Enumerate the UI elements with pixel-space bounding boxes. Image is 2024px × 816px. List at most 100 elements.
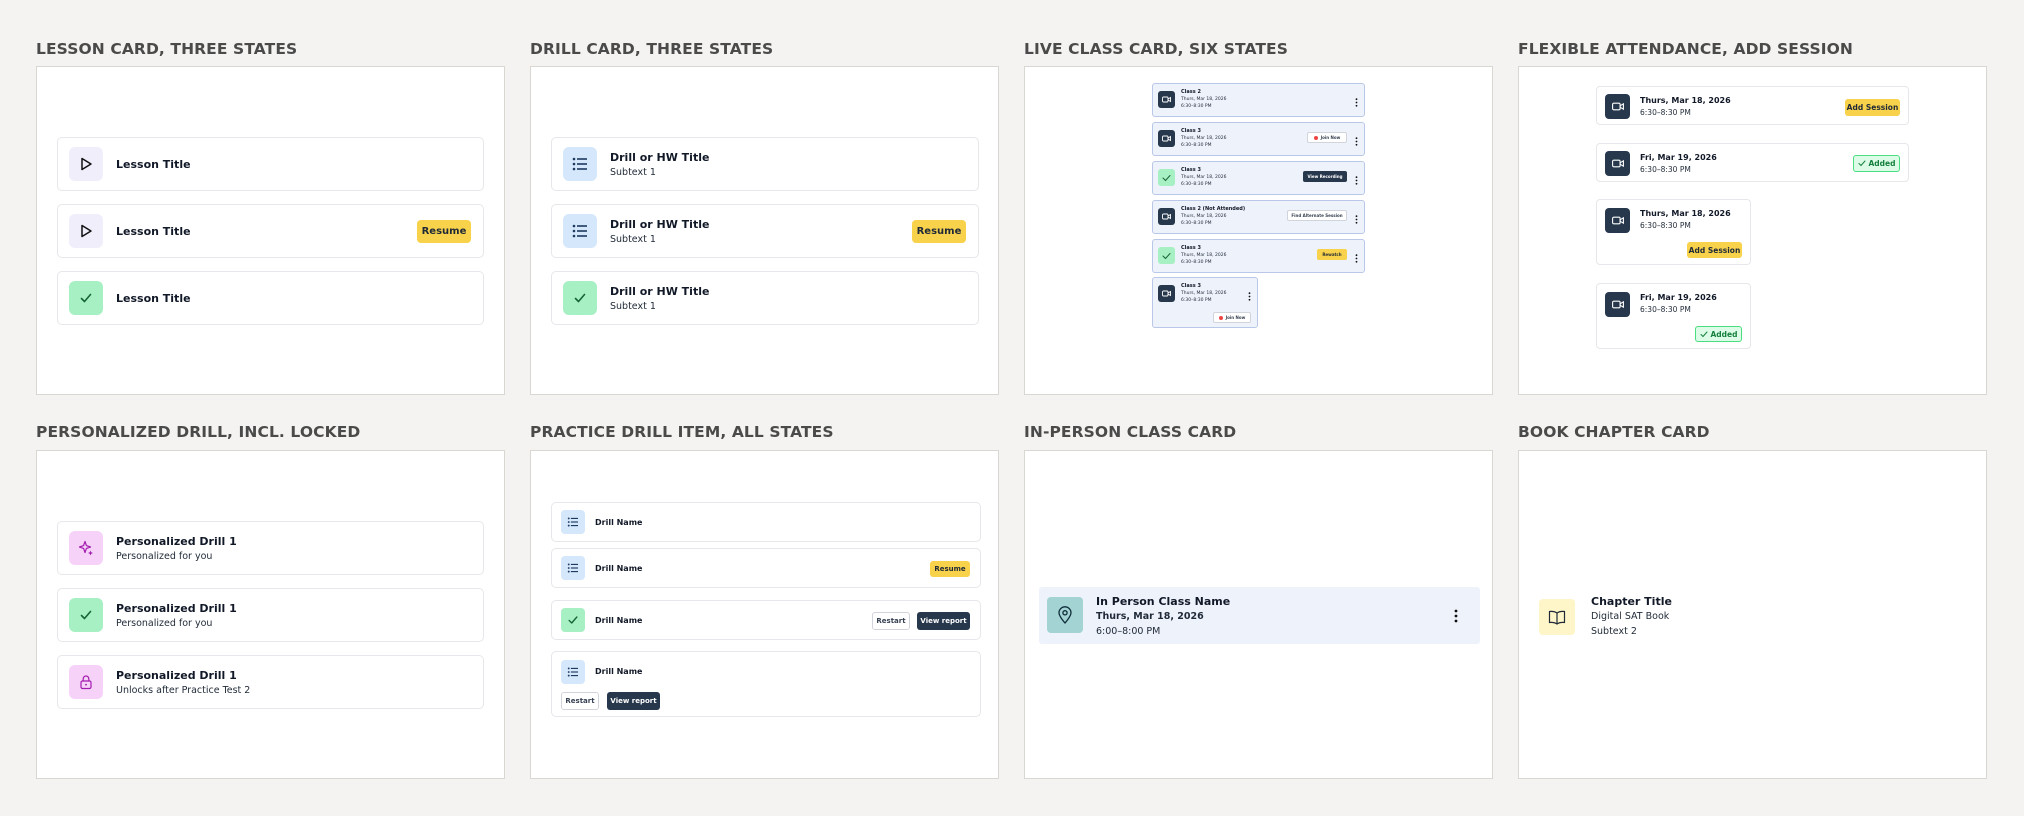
live-class-card-rewatch[interactable]: Class 3 Thurs, Mar 18, 2026 6:30–8:30 PM… bbox=[1152, 239, 1365, 273]
join-now-button[interactable]: Join Now bbox=[1213, 312, 1251, 323]
rewatch-button[interactable]: Rewatch bbox=[1317, 249, 1347, 260]
session-date: Fri, Mar 19, 2026 bbox=[1640, 153, 1717, 162]
drill-title: Drill or HW Title bbox=[610, 150, 710, 164]
chapter-title: Chapter Title bbox=[1591, 595, 1672, 608]
location-pin-icon bbox=[1047, 597, 1083, 633]
add-session-button[interactable]: Add Session bbox=[1845, 99, 1900, 116]
session-time: 6:30–8:30 PM bbox=[1640, 305, 1691, 314]
more-vertical-icon[interactable] bbox=[1355, 209, 1358, 228]
find-alternate-session-button[interactable]: Find Alternate Session bbox=[1287, 210, 1347, 221]
more-vertical-icon[interactable] bbox=[1355, 131, 1358, 150]
book-chapter-card[interactable]: Chapter Title Digital SAT Book Subtext 2 bbox=[1539, 587, 1959, 644]
flex-panel: Thurs, Mar 18, 2026 6:30–8:30 PM Add Ses… bbox=[1518, 66, 1987, 395]
personalized-subtitle: Personalized for you bbox=[116, 550, 213, 562]
view-recording-button[interactable]: View Recording bbox=[1303, 171, 1347, 182]
more-vertical-icon[interactable] bbox=[1355, 92, 1358, 111]
drill-card-default[interactable]: Drill or HW Title Subtext 1 bbox=[551, 137, 979, 191]
check-icon bbox=[563, 281, 597, 315]
practice-drill-item-default[interactable]: Drill Name bbox=[551, 502, 981, 542]
session-card-compact-added[interactable]: Fri, Mar 19, 2026 6:30–8:30 PM Added bbox=[1596, 283, 1751, 349]
restart-button[interactable]: Restart bbox=[872, 612, 910, 630]
class-time: 6:30–8:30 PM bbox=[1181, 104, 1212, 109]
chapter-subtext: Subtext 2 bbox=[1591, 626, 1637, 637]
live-class-card-compact[interactable]: Class 3 Thurs, Mar 18, 2026 6:30–8:30 PM… bbox=[1152, 277, 1258, 328]
drill-name: Drill Name bbox=[595, 517, 643, 527]
practice-drill-item-in-progress[interactable]: Drill Name Resume bbox=[551, 548, 981, 588]
added-button[interactable]: Added bbox=[1695, 326, 1742, 342]
resume-button[interactable]: Resume bbox=[930, 561, 970, 577]
video-icon bbox=[1158, 208, 1175, 225]
drill-title: Drill or HW Title bbox=[610, 284, 710, 298]
play-icon bbox=[69, 214, 103, 248]
session-date: Fri, Mar 19, 2026 bbox=[1640, 293, 1717, 302]
class-title: Class 2 bbox=[1181, 89, 1201, 95]
class-name: In Person Class Name bbox=[1096, 595, 1231, 608]
list-icon bbox=[563, 214, 597, 248]
drill-subtitle: Subtext 1 bbox=[610, 233, 656, 245]
class-time: 6:30–8:30 PM bbox=[1181, 182, 1212, 187]
more-vertical-icon[interactable] bbox=[1355, 248, 1358, 267]
session-card-add[interactable]: Thurs, Mar 18, 2026 6:30–8:30 PM Add Ses… bbox=[1596, 86, 1909, 125]
add-session-button[interactable]: Add Session bbox=[1687, 242, 1742, 258]
more-vertical-icon[interactable] bbox=[1248, 286, 1251, 305]
live-class-card-not-attended[interactable]: Class 2 (Not Attended) Thurs, Mar 18, 20… bbox=[1152, 200, 1365, 234]
drill-title: Drill or HW Title bbox=[610, 217, 710, 231]
section-title-practice: PRACTICE DRILL ITEM, ALL STATES bbox=[530, 423, 834, 441]
live-class-card-live[interactable]: Class 3 Thurs, Mar 18, 2026 6:30–8:30 PM… bbox=[1152, 122, 1365, 156]
personalized-drill-card-locked[interactable]: Personalized Drill 1 Unlocks after Pract… bbox=[57, 655, 484, 709]
class-date: Thurs, Mar 18, 2026 bbox=[1181, 214, 1227, 219]
in-person-class-card[interactable]: In Person Class Name Thurs, Mar 18, 2026… bbox=[1039, 587, 1480, 644]
list-icon bbox=[561, 510, 585, 534]
check-icon bbox=[1158, 169, 1175, 186]
practice-panel: Drill Name Drill Name Resume Drill Name … bbox=[530, 450, 999, 779]
join-now-button[interactable]: Join Now bbox=[1307, 132, 1347, 143]
session-date: Thurs, Mar 18, 2026 bbox=[1640, 96, 1731, 105]
lock-icon bbox=[69, 665, 103, 699]
live-dot-icon bbox=[1218, 315, 1223, 320]
lesson-card-default[interactable]: Lesson Title bbox=[57, 137, 484, 191]
resume-button[interactable]: Resume bbox=[417, 220, 471, 243]
drill-name: Drill Name bbox=[595, 615, 643, 625]
section-title-inperson: IN-PERSON CLASS CARD bbox=[1024, 423, 1237, 441]
video-icon bbox=[1605, 292, 1630, 317]
more-vertical-icon[interactable] bbox=[1454, 608, 1458, 627]
added-button[interactable]: Added bbox=[1853, 155, 1900, 172]
class-date: Thurs, Mar 18, 2026 bbox=[1096, 611, 1204, 622]
drill-card-in-progress[interactable]: Drill or HW Title Subtext 1 Resume bbox=[551, 204, 979, 258]
personalized-subtitle: Unlocks after Practice Test 2 bbox=[116, 684, 251, 696]
lesson-title: Lesson Title bbox=[116, 291, 191, 305]
live-class-card-upcoming[interactable]: Class 2 Thurs, Mar 18, 2026 6:30–8:30 PM bbox=[1152, 83, 1365, 117]
lesson-card-completed[interactable]: Lesson Title bbox=[57, 271, 484, 325]
class-date: Thurs, Mar 18, 2026 bbox=[1181, 175, 1227, 180]
list-icon bbox=[561, 556, 585, 580]
class-time: 6:00–8:00 PM bbox=[1096, 626, 1161, 637]
drill-card-completed[interactable]: Drill or HW Title Subtext 1 bbox=[551, 271, 979, 325]
view-report-button[interactable]: View report bbox=[607, 692, 660, 710]
video-icon bbox=[1158, 130, 1175, 147]
session-card-compact-add[interactable]: Thurs, Mar 18, 2026 6:30–8:30 PM Add Ses… bbox=[1596, 199, 1751, 265]
more-vertical-icon[interactable] bbox=[1355, 170, 1358, 189]
session-card-added[interactable]: Fri, Mar 19, 2026 6:30–8:30 PM Added bbox=[1596, 143, 1909, 182]
check-icon bbox=[1858, 160, 1865, 167]
restart-button[interactable]: Restart bbox=[561, 692, 599, 710]
class-date: Thurs, Mar 18, 2026 bbox=[1181, 97, 1227, 102]
practice-drill-item-completed[interactable]: Drill Name Restart View report bbox=[551, 600, 981, 640]
section-title-lesson: LESSON CARD, THREE STATES bbox=[36, 40, 298, 58]
practice-drill-item-stacked[interactable]: Drill Name Restart View report bbox=[551, 651, 981, 717]
class-title: Class 2 (Not Attended) bbox=[1181, 206, 1246, 212]
section-title-book: BOOK CHAPTER CARD bbox=[1518, 423, 1710, 441]
personalized-title: Personalized Drill 1 bbox=[116, 534, 237, 548]
view-report-button[interactable]: View report bbox=[917, 612, 970, 630]
drill-name: Drill Name bbox=[595, 667, 643, 676]
resume-button[interactable]: Resume bbox=[912, 220, 966, 243]
inperson-panel: In Person Class Name Thurs, Mar 18, 2026… bbox=[1024, 450, 1493, 779]
check-icon bbox=[561, 608, 585, 632]
personalized-drill-card[interactable]: Personalized Drill 1 Personalized for yo… bbox=[57, 521, 484, 575]
lesson-card-in-progress[interactable]: Lesson Title Resume bbox=[57, 204, 484, 258]
live-dot-icon bbox=[1313, 135, 1318, 140]
personalized-drill-card-completed[interactable]: Personalized Drill 1 Personalized for yo… bbox=[57, 588, 484, 642]
list-icon bbox=[563, 147, 597, 181]
personalized-title: Personalized Drill 1 bbox=[116, 668, 237, 682]
live-class-card-recorded[interactable]: Class 3 Thurs, Mar 18, 2026 6:30–8:30 PM… bbox=[1152, 161, 1365, 195]
book-name: Digital SAT Book bbox=[1591, 611, 1670, 622]
